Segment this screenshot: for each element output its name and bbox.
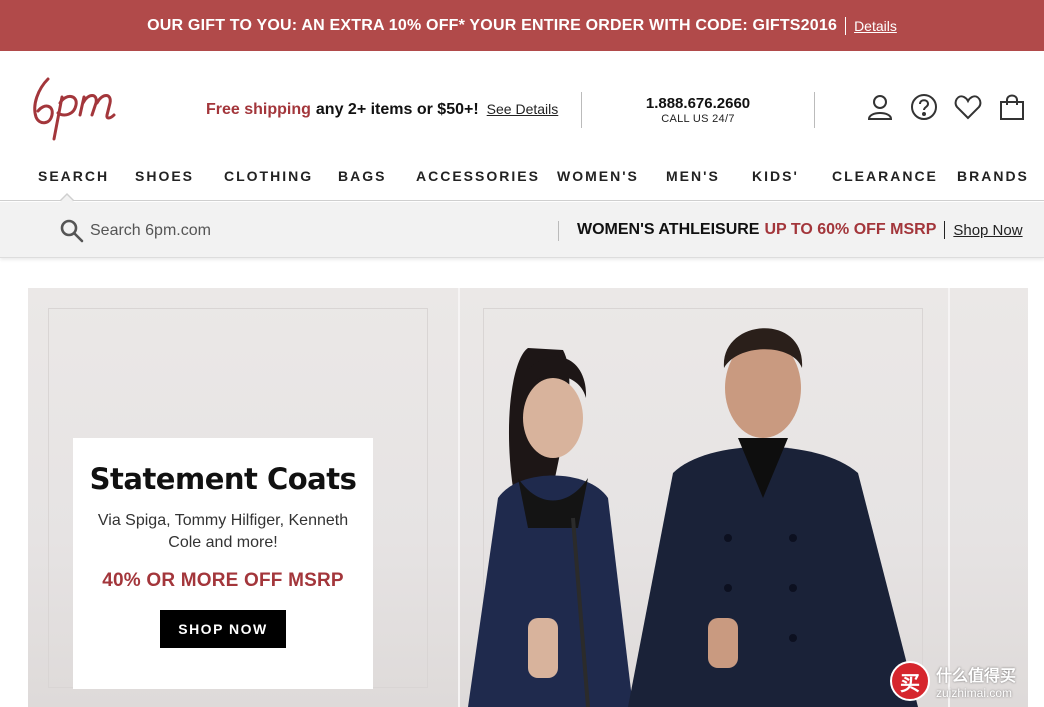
watermark-badge: 买: [890, 661, 930, 701]
phone-number[interactable]: 1.888.676.2660: [620, 95, 776, 112]
hero-offer: 40% OR MORE OFF MSRP: [102, 570, 344, 591]
watermark-text: 什么值得买 zuizhimai.com: [936, 662, 1016, 700]
promo-divider: [845, 16, 847, 35]
subbar-divider: [558, 221, 559, 241]
site-header: 6pm Free shipping any 2+ items or $50+! …: [0, 51, 1044, 151]
nav-item-search[interactable]: SEARCH: [38, 168, 109, 184]
6pm-logo[interactable]: 6pm: [30, 75, 130, 141]
nav-item-shoes[interactable]: SHOES: [135, 168, 194, 184]
phone-subtitle: CALL US 24/7: [661, 113, 735, 125]
watermark-name: 什么值得买: [936, 668, 1017, 685]
hero-title: Statement Coats: [89, 462, 357, 496]
nav-item-clearance[interactable]: CLEARANCE: [832, 168, 938, 184]
help-icon[interactable]: [910, 93, 938, 121]
header-icons: [866, 93, 1026, 121]
free-shipping-message: Free shipping any 2+ items or $50+! See …: [206, 101, 558, 119]
nav-item-brands[interactable]: BRANDS: [957, 168, 1029, 184]
hero-promo-card: Statement Coats Via Spiga, Tommy Hilfige…: [73, 438, 373, 689]
athleisure-divider: [944, 221, 946, 239]
watermark-url: zuizhimai.com: [936, 686, 1013, 700]
nav-active-caret-fill: [60, 195, 74, 202]
nav-item-mens[interactable]: MEN'S: [666, 168, 720, 184]
shop-now-link[interactable]: Shop Now: [953, 222, 1022, 239]
favorites-heart-icon[interactable]: [954, 93, 982, 121]
man-figure: [628, 328, 918, 707]
nav-item-kids[interactable]: KIDS': [752, 168, 799, 184]
nav-item-bags[interactable]: BAGS: [338, 168, 386, 184]
search-bar-row: WOMEN'S ATHLEISURE UP TO 60% OFF MSRP Sh…: [0, 202, 1044, 258]
main-nav: SEARCH SHOES CLOTHING BAGS ACCESSORIES W…: [0, 160, 1044, 201]
nav-item-clothing[interactable]: CLOTHING: [224, 168, 313, 184]
search-input[interactable]: [90, 216, 530, 246]
promo-text: OUR GIFT TO YOU: AN EXTRA 10% OFF* YOUR …: [147, 16, 838, 34]
promo-details-link[interactable]: Details: [854, 18, 897, 34]
free-shipping-highlight: Free shipping: [206, 101, 311, 118]
shop-now-button[interactable]: SHOP NOW: [160, 610, 286, 648]
search-icon[interactable]: [60, 219, 84, 243]
woman-figure: [468, 348, 633, 707]
phone-contact: 1.888.676.2660 CALL US 24/7: [620, 95, 776, 125]
see-details-link[interactable]: See Details: [487, 101, 559, 117]
athleisure-promo: WOMEN'S ATHLEISURE UP TO 60% OFF MSRP Sh…: [577, 221, 1023, 239]
header-divider: [581, 92, 582, 128]
free-shipping-terms: any 2+ items or $50+!: [315, 101, 479, 118]
hero-brands: Via Spiga, Tommy Hilfiger, Kenneth Cole …: [97, 512, 349, 551]
nav-item-womens[interactable]: WOMEN'S: [557, 168, 639, 184]
shopping-bag-icon[interactable]: [998, 93, 1026, 121]
hero-banner[interactable]: Statement Coats Via Spiga, Tommy Hilfige…: [28, 288, 1028, 707]
nav-item-accessories[interactable]: ACCESSORIES: [416, 168, 540, 184]
promo-banner: OUR GIFT TO YOU: AN EXTRA 10% OFF* YOUR …: [0, 0, 1044, 51]
watermark: 买 什么值得买 zuizhimai.com: [890, 658, 1040, 704]
header-divider: [814, 92, 815, 128]
athleisure-offer: UP TO 60% OFF MSRP: [764, 221, 937, 238]
account-icon[interactable]: [866, 93, 894, 121]
athleisure-label: WOMEN'S ATHLEISURE: [577, 221, 760, 238]
hero-models-image: [468, 328, 918, 707]
